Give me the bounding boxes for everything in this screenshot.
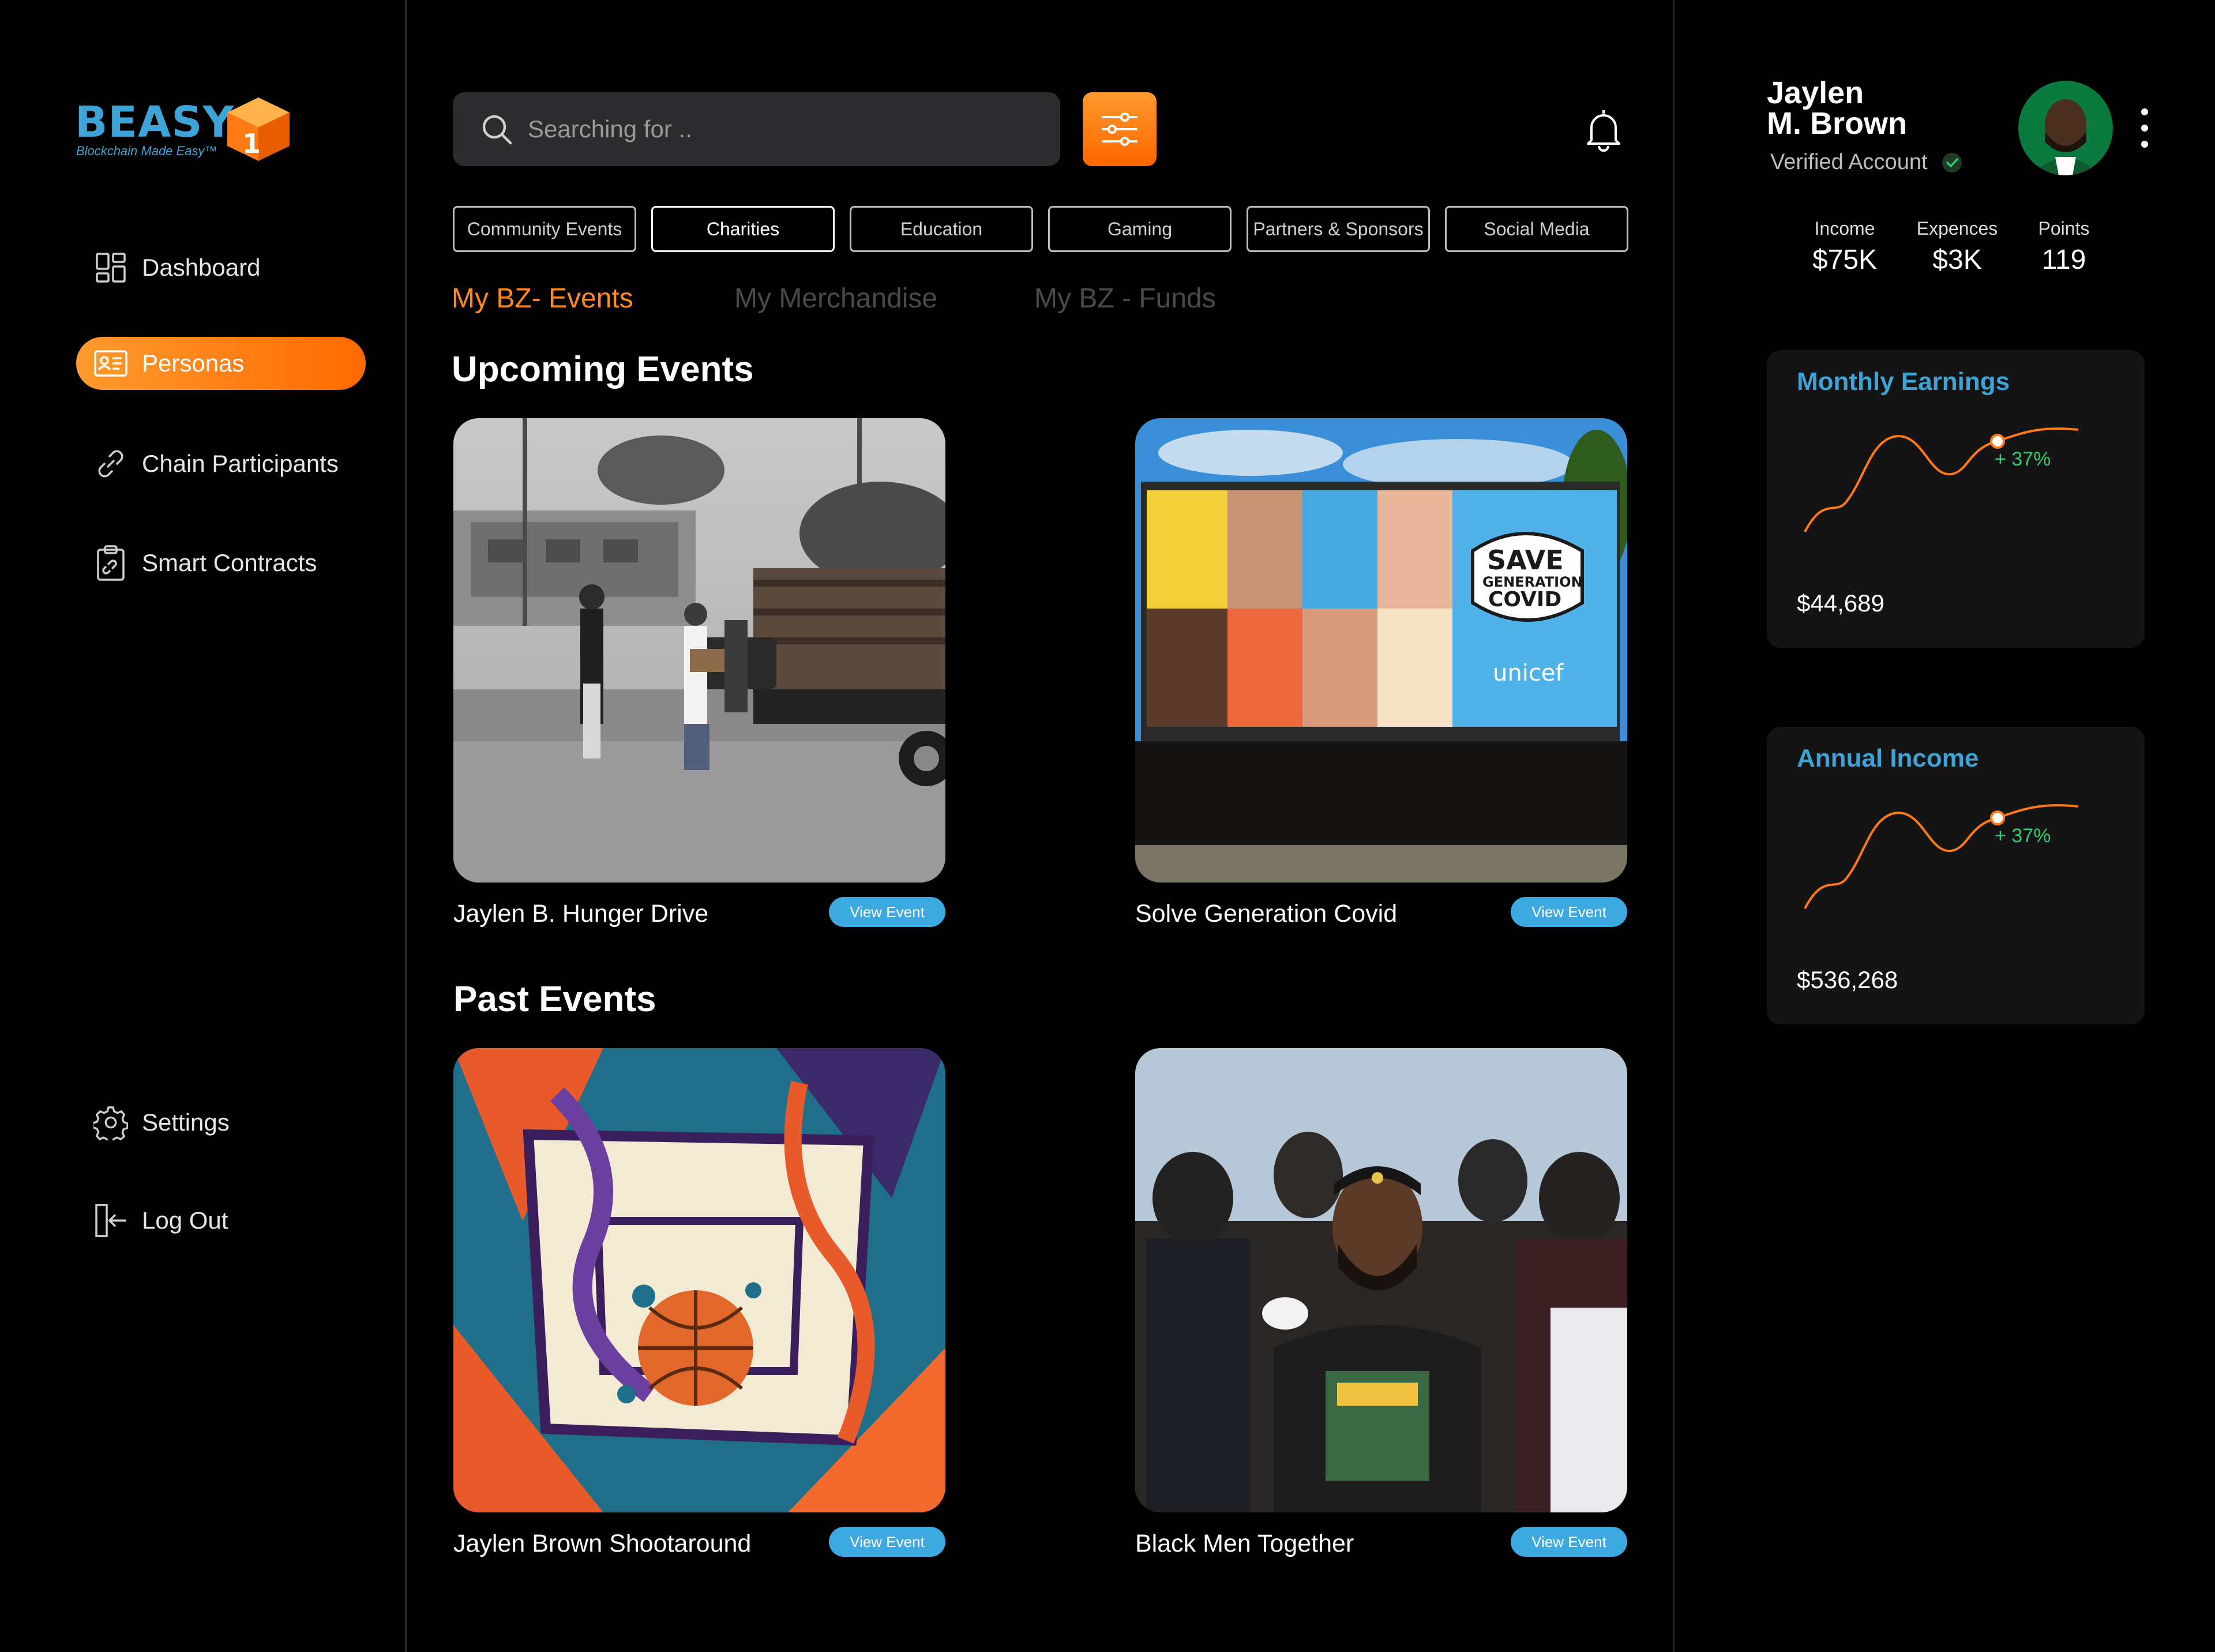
earnings-sparkline — [1804, 427, 2079, 532]
sidebar-item-dashboard[interactable]: Dashboard — [76, 241, 366, 294]
chip-charities[interactable]: Charities — [651, 206, 835, 252]
user-last-name: M. Brown — [1767, 106, 1907, 141]
chip-social-media[interactable]: Social Media — [1445, 206, 1628, 252]
beasy-logo[interactable]: BEASY Blockchain Made Easy™ 1 — [75, 95, 290, 164]
event-image[interactable]: SAVE GENERATION COVID unicef — [1135, 418, 1627, 883]
logout-label: Log Out — [142, 1207, 228, 1234]
chip-education[interactable]: Education — [850, 206, 1033, 252]
verified-label: Verified Account — [1770, 150, 1928, 174]
stat-value: $3K — [1932, 245, 1982, 275]
stat-label: Points — [2038, 218, 2090, 239]
link-icon — [93, 446, 128, 481]
settings-label: Settings — [142, 1109, 230, 1136]
past-events-title: Past Events — [453, 979, 656, 1019]
search-input[interactable] — [528, 115, 1024, 143]
sidebar-item-label: Personas — [142, 350, 245, 377]
upcoming-events-title: Upcoming Events — [452, 350, 754, 389]
main-content: Community Events Charities Education Gam… — [407, 0, 1673, 1652]
event-title: Black Men Together — [1135, 1530, 1354, 1557]
search-icon — [482, 115, 512, 145]
event-title: Jaylen B. Hunger Drive — [453, 900, 709, 928]
sidebar-item-personas[interactable]: Personas — [76, 337, 366, 390]
filter-button[interactable] — [1083, 92, 1157, 166]
sidebar-item-label: Smart Contracts — [142, 549, 317, 576]
view-event-button[interactable]: View Event — [829, 897, 945, 927]
earnings-change: + 37% — [1995, 825, 2051, 847]
more-options-icon[interactable] — [2136, 105, 2153, 151]
logo-tagline: Blockchain Made Easy™ — [76, 144, 217, 158]
view-event-button[interactable]: View Event — [1511, 897, 1627, 927]
event-title: Jaylen Brown Shootaround — [453, 1530, 752, 1557]
stat-value: $75K — [1812, 245, 1878, 275]
logo-word: BEASY — [75, 97, 235, 147]
profile-panel: Jaylen M. Brown Verified Account Income … — [1673, 0, 2215, 1652]
income-sparkline — [1804, 804, 2079, 909]
poster-headline-1: SAVE — [1487, 545, 1564, 576]
cube-logo-icon: 1 — [227, 97, 290, 161]
tab-my-bz-events[interactable]: My BZ- Events — [452, 283, 633, 314]
event-title: Solve Generation Covid — [1135, 900, 1398, 928]
dashboard-grid-icon — [93, 250, 128, 285]
logout-icon — [93, 1203, 128, 1238]
view-event-button[interactable]: View Event — [829, 1527, 945, 1557]
earnings-change: + 37% — [1995, 448, 2051, 470]
tab-my-merchandise[interactable]: My Merchandise — [734, 283, 937, 314]
earnings-value: $536,268 — [1797, 966, 1898, 993]
earnings-title: Annual Income — [1797, 744, 1979, 772]
earnings-title: Monthly Earnings — [1797, 367, 2010, 396]
event-image[interactable] — [453, 418, 945, 883]
search-bar[interactable] — [453, 92, 1060, 166]
verified-status: Verified Account — [1770, 150, 1964, 175]
logout-button[interactable]: Log Out — [76, 1194, 366, 1247]
id-card-icon — [93, 346, 128, 381]
poster-brand: unicef — [1493, 660, 1564, 686]
sidebar-item-label: Dashboard — [142, 254, 261, 281]
stat-label: Income — [1814, 218, 1875, 239]
stat-points: Points 119 — [2032, 218, 2096, 276]
gear-icon — [93, 1105, 128, 1140]
tab-my-bz-funds[interactable]: My BZ - Funds — [1034, 283, 1216, 314]
monthly-earnings-card[interactable]: Monthly Earnings + 37% $44,689 — [1767, 350, 2145, 648]
stat-label: Expences — [1916, 218, 1998, 239]
stat-income: Income $75K — [1810, 218, 1879, 276]
sidebar-item-chain-participants[interactable]: Chain Participants — [76, 437, 366, 490]
view-event-button[interactable]: View Event — [1511, 1527, 1627, 1557]
earnings-value: $44,689 — [1797, 590, 1884, 617]
poster-headline-3: COVID — [1488, 588, 1561, 611]
sidebar-item-label: Chain Participants — [142, 450, 339, 477]
sidebar-item-smart-contracts[interactable]: Smart Contracts — [76, 536, 366, 590]
stat-value: 119 — [2041, 245, 2086, 275]
event-card: Jaylen Brown Shootaround View Event — [453, 1048, 945, 1557]
clipboard-icon — [93, 545, 128, 581]
chip-partners-sponsors[interactable]: Partners & Sponsors — [1247, 206, 1430, 252]
annual-income-card[interactable]: Annual Income + 37% $536,268 — [1767, 727, 2145, 1024]
logo-badge: 1 — [242, 128, 261, 159]
bell-icon[interactable] — [1583, 107, 1624, 153]
event-card: Black Men Together View Event — [1135, 1048, 1627, 1557]
chip-gaming[interactable]: Gaming — [1048, 206, 1232, 252]
avatar[interactable] — [2018, 81, 2113, 175]
sliders-icon — [1102, 112, 1137, 146]
event-image[interactable] — [453, 1048, 945, 1512]
event-image[interactable] — [1135, 1048, 1627, 1512]
chip-community-events[interactable]: Community Events — [453, 206, 636, 252]
sidebar: BEASY Blockchain Made Easy™ 1 Dashboard … — [0, 0, 407, 1652]
event-card: SAVE GENERATION COVID unicef Solve Gener… — [1135, 418, 1627, 928]
settings-button[interactable]: Settings — [76, 1096, 366, 1149]
event-card: Jaylen B. Hunger Drive View Event — [453, 418, 945, 928]
stat-expences: Expences $3K — [1911, 218, 2003, 276]
category-chips: Community Events Charities Education Gam… — [453, 206, 1630, 252]
check-circle-icon — [1942, 152, 1962, 172]
